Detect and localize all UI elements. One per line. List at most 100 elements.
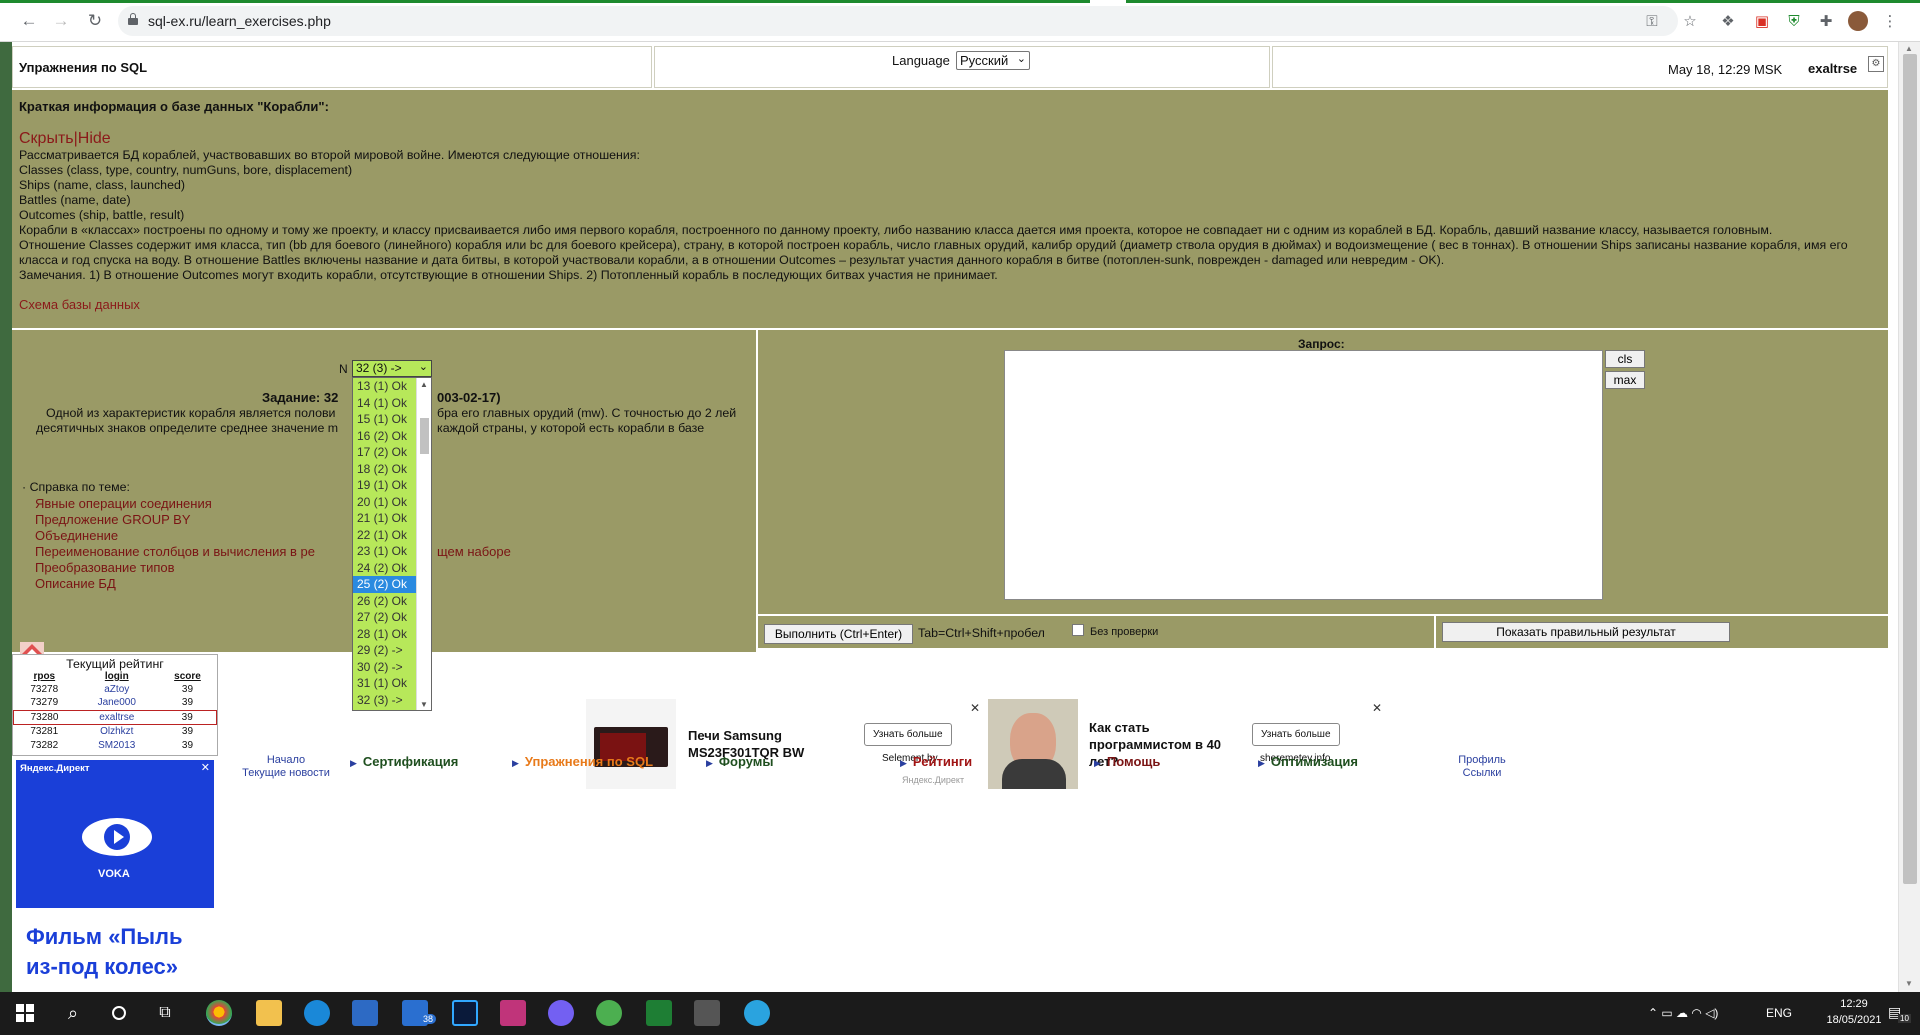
login-cell[interactable]: aZtoy — [75, 682, 158, 696]
profile-avatar-icon[interactable] — [1848, 11, 1868, 31]
footer-nav-optimization[interactable]: ▶ Оптимизация — [1258, 754, 1358, 769]
task-number-select[interactable]: 32 (3) -> ⌄ — [352, 360, 432, 377]
task-view-icon[interactable]: ⧉ — [152, 1000, 178, 1026]
clock-time[interactable]: 12:29 — [1824, 998, 1884, 1010]
footer-nav-certification[interactable]: ▶ Сертификация — [350, 754, 458, 769]
close-icon[interactable]: ✕ — [201, 761, 210, 774]
excel-icon[interactable] — [646, 1000, 672, 1026]
extension-dropbox-icon[interactable]: ❖ — [1718, 11, 1738, 31]
cortana-icon[interactable] — [106, 1000, 132, 1026]
max-button[interactable]: max — [1605, 371, 1645, 389]
scrollbar-thumb[interactable] — [1903, 54, 1917, 884]
search-icon[interactable]: ⌕ — [60, 1000, 86, 1026]
viber-icon[interactable] — [548, 1000, 574, 1026]
ad-programmer[interactable]: Как стать программистом в 40 лет? Узнать… — [988, 699, 1388, 789]
photoshop-icon[interactable] — [452, 1000, 478, 1026]
task-description-tail: бра его главных орудий (mw). С точностью… — [437, 406, 737, 435]
file-explorer-icon[interactable] — [256, 1000, 282, 1026]
extension-shield-icon[interactable]: ⛨ — [1784, 11, 1804, 31]
rpos-cell: 73281 — [30, 725, 59, 737]
task-number-dropdown-list[interactable]: 13 (1) Ok 14 (1) Ok 15 (1) Ok 16 (2) Ok 17 (… — [352, 377, 432, 711]
url-text[interactable]: sql-ex.ru/learn_exercises.php — [148, 13, 331, 29]
extension-pdf-icon[interactable]: ▣ — [1752, 11, 1772, 31]
hide-link[interactable]: Скрыть|Hide — [19, 130, 1881, 148]
clock-date[interactable]: 18/05/2021 — [1818, 1014, 1890, 1026]
scroll-down-icon[interactable]: ▼ — [420, 700, 428, 709]
page-scrollbar[interactable]: ▲ ▼ — [1898, 42, 1920, 992]
tray-icons[interactable]: ⌃ ▭ ☁ ◠ ◁) — [1648, 1006, 1718, 1020]
chrome-app-icon[interactable] — [206, 1000, 232, 1026]
lock-icon[interactable] — [128, 13, 138, 25]
show-result-button[interactable]: Показать правильный результат — [1442, 622, 1730, 642]
login-cell[interactable]: Jane000 — [75, 696, 158, 710]
column-header[interactable]: rpos — [14, 671, 76, 682]
back-icon[interactable]: ← — [18, 10, 40, 32]
reference-link[interactable]: Описание БД — [35, 576, 315, 592]
reference-link[interactable]: Преобразование типов — [35, 560, 315, 576]
query-textarea[interactable] — [1004, 350, 1603, 600]
calculator-icon[interactable] — [694, 1000, 720, 1026]
score-cell: 39 — [181, 725, 194, 737]
key-icon[interactable]: ⚿ — [1642, 11, 1662, 31]
rpos-cell: 73279 — [30, 697, 59, 709]
forward-icon[interactable]: → — [50, 10, 72, 32]
close-icon[interactable]: ✕ — [970, 701, 980, 715]
ad-product-image[interactable] — [586, 699, 676, 789]
star-icon[interactable]: ☆ — [1680, 11, 1700, 31]
footer-link-home[interactable]: Начало — [232, 754, 340, 767]
windows-taskbar: ⌕ ⧉ 38 ⌃ ▭ ☁ ◠ ◁) ENG 12:29 18/05/2021 ▤… — [0, 992, 1920, 1035]
reference-link[interactable]: Объединение — [35, 528, 315, 544]
footer-link-news[interactable]: Текущие новости — [232, 767, 340, 780]
ad-person-image[interactable] — [988, 699, 1078, 789]
learn-more-button[interactable]: Узнать больше — [1252, 723, 1340, 746]
login-cell[interactable]: SM2013 — [75, 738, 158, 752]
footer-nav-exercises[interactable]: ▶ Упражнения по SQL — [512, 754, 653, 769]
ad-samsung[interactable]: Печи Samsung MS23F301TQR BW Узнать больш… — [586, 699, 986, 789]
no-check-label: Без проверки — [1090, 626, 1159, 638]
windows-start-icon[interactable] — [12, 1000, 38, 1026]
address-bar[interactable] — [118, 6, 1678, 36]
task-description: Одной из характеристик корабля является … — [36, 406, 339, 435]
schema-link[interactable]: Схема базы данных — [19, 297, 1881, 312]
db-info-line: Корабли в «классах» построены по одному … — [19, 223, 1773, 237]
column-header[interactable]: score — [158, 671, 216, 682]
language-select[interactable]: Русский ⌄ — [956, 51, 1030, 70]
tab-hint: Tab=Ctrl+Shift+пробел — [918, 626, 1045, 640]
close-icon[interactable]: ✕ — [1372, 701, 1382, 715]
ad-headline[interactable]: Фильм «Пыль из-под колес» — [26, 922, 212, 982]
cls-button[interactable]: cls — [1605, 350, 1645, 368]
edge-icon[interactable] — [304, 1000, 330, 1026]
footer-nav-help[interactable]: ▶ Помощь — [1094, 754, 1160, 769]
db-info-line: Отношение Classes содержит имя класса, т… — [19, 238, 1848, 267]
user-settings-icon[interactable]: ⚙ — [1868, 56, 1884, 72]
store-icon[interactable] — [352, 1000, 378, 1026]
footer-nav-forums[interactable]: ▶ Форумы — [706, 754, 774, 769]
scroll-up-icon[interactable]: ▲ — [420, 380, 428, 389]
login-cell[interactable]: exaltrse — [75, 709, 159, 725]
torrent-icon[interactable] — [596, 1000, 622, 1026]
reference-link[interactable]: Предложение GROUP BY — [35, 512, 315, 528]
telegram-icon[interactable] — [744, 1000, 770, 1026]
learn-more-button[interactable]: Узнать больше — [864, 723, 952, 746]
no-check-checkbox[interactable] — [1072, 624, 1084, 636]
footer-nav-ratings[interactable]: ▶ Рейтинги — [900, 754, 972, 769]
username[interactable]: exaltrse — [1808, 61, 1857, 76]
footer-link-links[interactable]: Ссылки — [1452, 767, 1512, 780]
jetbrains-icon[interactable] — [500, 1000, 526, 1026]
login-cell[interactable]: Olzhkzt — [75, 724, 158, 738]
scroll-up-icon[interactable]: ▲ — [1905, 44, 1913, 53]
reload-icon[interactable]: ↻ — [84, 10, 106, 32]
menu-kebab-icon[interactable]: ⋮ — [1880, 11, 1900, 31]
scrollbar-thumb[interactable] — [420, 418, 429, 454]
reference-link[interactable]: Явные операции соединения — [35, 496, 315, 512]
column-header[interactable]: login — [75, 671, 158, 682]
dropdown-scrollbar[interactable]: ▲ ▼ — [416, 378, 431, 710]
input-language[interactable]: ENG — [1766, 1006, 1792, 1020]
run-button[interactable]: Выполнить (Ctrl+Enter) — [764, 624, 913, 644]
ad-banner[interactable]: Яндекс.Директ ✕ VOKA — [16, 760, 214, 908]
reference-link-tail[interactable]: щем наборе — [437, 544, 511, 559]
footer-link-profile[interactable]: Профиль — [1452, 754, 1512, 767]
reference-link[interactable]: Переименование столбцов и вычисления в р… — [35, 544, 315, 560]
extensions-puzzle-icon[interactable]: ✚ — [1816, 11, 1836, 31]
scroll-down-icon[interactable]: ▼ — [1905, 979, 1913, 988]
